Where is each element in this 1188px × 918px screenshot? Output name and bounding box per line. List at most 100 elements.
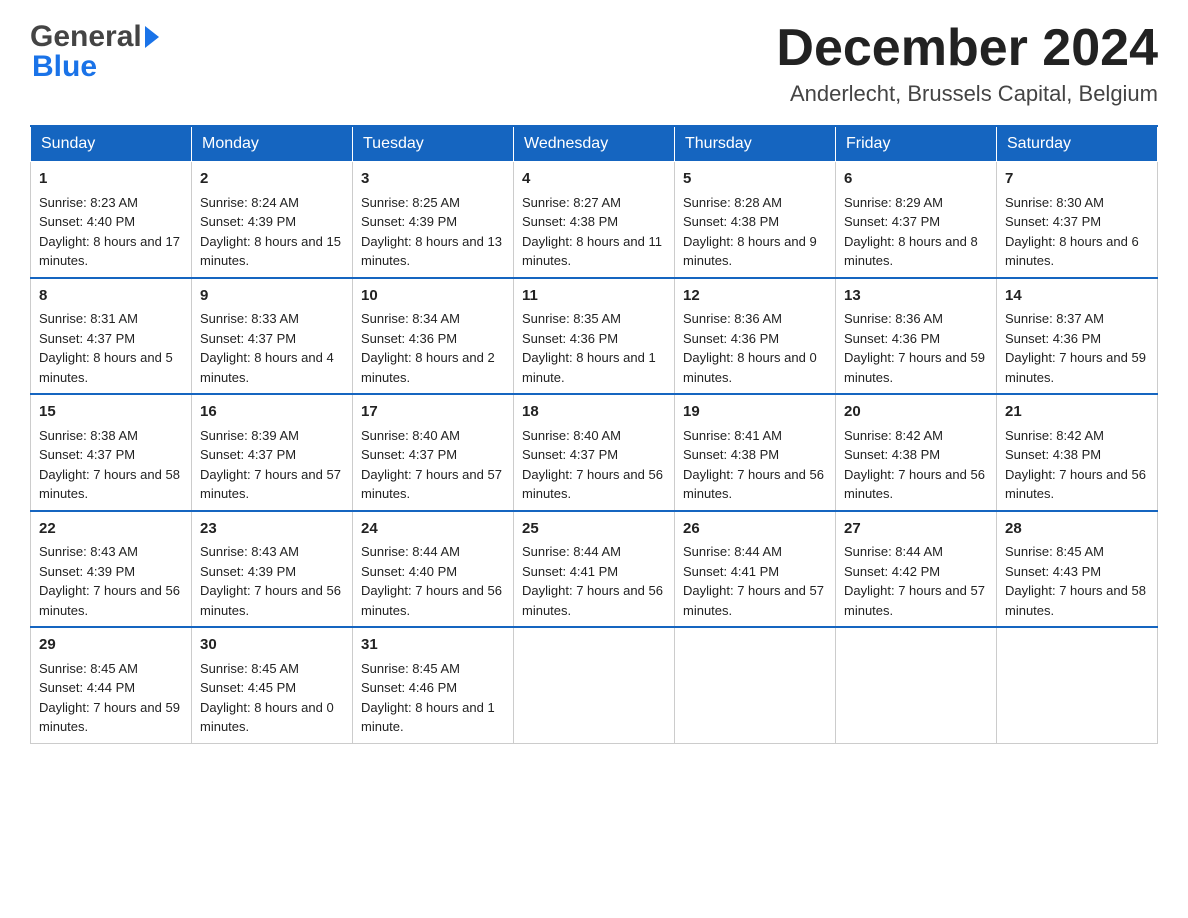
daylight-text: Daylight: 7 hours and 58 minutes. xyxy=(1005,583,1146,618)
sunrise-text: Sunrise: 8:38 AM xyxy=(39,428,138,443)
calendar-cell: 24Sunrise: 8:44 AMSunset: 4:40 PMDayligh… xyxy=(353,511,514,628)
sunrise-text: Sunrise: 8:44 AM xyxy=(522,544,621,559)
calendar-week-row: 15Sunrise: 8:38 AMSunset: 4:37 PMDayligh… xyxy=(31,394,1158,511)
calendar-cell: 8Sunrise: 8:31 AMSunset: 4:37 PMDaylight… xyxy=(31,278,192,395)
sunset-text: Sunset: 4:46 PM xyxy=(361,680,457,695)
calendar-cell: 7Sunrise: 8:30 AMSunset: 4:37 PMDaylight… xyxy=(997,162,1158,278)
day-number: 28 xyxy=(1005,518,1149,541)
sunrise-text: Sunrise: 8:45 AM xyxy=(361,661,460,676)
sunset-text: Sunset: 4:43 PM xyxy=(1005,564,1101,579)
daylight-text: Daylight: 8 hours and 0 minutes. xyxy=(200,700,334,735)
sunrise-text: Sunrise: 8:25 AM xyxy=(361,195,460,210)
calendar-cell xyxy=(836,627,997,743)
sunset-text: Sunset: 4:38 PM xyxy=(1005,447,1101,462)
daylight-text: Daylight: 8 hours and 2 minutes. xyxy=(361,350,495,385)
day-number: 4 xyxy=(522,168,666,191)
sunset-text: Sunset: 4:38 PM xyxy=(844,447,940,462)
calendar-cell: 17Sunrise: 8:40 AMSunset: 4:37 PMDayligh… xyxy=(353,394,514,511)
daylight-text: Daylight: 8 hours and 0 minutes. xyxy=(683,350,817,385)
day-number: 27 xyxy=(844,518,988,541)
daylight-text: Daylight: 7 hours and 57 minutes. xyxy=(844,583,985,618)
day-number: 20 xyxy=(844,401,988,424)
day-number: 16 xyxy=(200,401,344,424)
daylight-text: Daylight: 7 hours and 56 minutes. xyxy=(522,583,663,618)
daylight-text: Daylight: 8 hours and 8 minutes. xyxy=(844,234,978,269)
calendar-cell: 3Sunrise: 8:25 AMSunset: 4:39 PMDaylight… xyxy=(353,162,514,278)
title-block: December 2024 Anderlecht, Brussels Capit… xyxy=(776,20,1158,107)
day-number: 14 xyxy=(1005,285,1149,308)
sunset-text: Sunset: 4:40 PM xyxy=(39,214,135,229)
calendar-week-row: 29Sunrise: 8:45 AMSunset: 4:44 PMDayligh… xyxy=(31,627,1158,743)
daylight-text: Daylight: 8 hours and 1 minute. xyxy=(361,700,495,735)
day-number: 30 xyxy=(200,634,344,657)
sunrise-text: Sunrise: 8:45 AM xyxy=(39,661,138,676)
calendar-cell: 30 Sunrise: 8:45 AM Sunset: 4:45 PM Dayligh… xyxy=(192,627,353,743)
calendar-cell: 20Sunrise: 8:42 AMSunset: 4:38 PMDayligh… xyxy=(836,394,997,511)
sunrise-text: Sunrise: 8:24 AM xyxy=(200,195,299,210)
logo-chevron-icon xyxy=(145,26,159,48)
calendar-cell xyxy=(514,627,675,743)
calendar-week-row: 22Sunrise: 8:43 AMSunset: 4:39 PMDayligh… xyxy=(31,511,1158,628)
day-number: 31 xyxy=(361,634,505,657)
day-number: 10 xyxy=(361,285,505,308)
sunset-text: Sunset: 4:37 PM xyxy=(39,447,135,462)
calendar-cell: 11Sunrise: 8:35 AMSunset: 4:36 PMDayligh… xyxy=(514,278,675,395)
calendar-cell: 10Sunrise: 8:34 AMSunset: 4:36 PMDayligh… xyxy=(353,278,514,395)
day-number: 29 xyxy=(39,634,183,657)
sunset-text: Sunset: 4:39 PM xyxy=(200,564,296,579)
sunrise-text: Sunrise: 8:45 AM xyxy=(200,661,299,676)
daylight-text: Daylight: 8 hours and 11 minutes. xyxy=(522,234,662,269)
logo: General Blue xyxy=(30,20,159,84)
daylight-text: Daylight: 7 hours and 58 minutes. xyxy=(39,467,180,502)
sunrise-text: Sunrise: 8:35 AM xyxy=(522,311,621,326)
logo-general-text: General xyxy=(30,20,142,54)
calendar-cell: 1Sunrise: 8:23 AMSunset: 4:40 PMDaylight… xyxy=(31,162,192,278)
month-title: December 2024 xyxy=(776,20,1158,77)
day-number: 1 xyxy=(39,168,183,191)
sunrise-text: Sunrise: 8:41 AM xyxy=(683,428,782,443)
day-number: 2 xyxy=(200,168,344,191)
daylight-text: Daylight: 7 hours and 56 minutes. xyxy=(522,467,663,502)
day-header-sunday: Sunday xyxy=(31,126,192,162)
daylight-text: Daylight: 7 hours and 57 minutes. xyxy=(200,467,341,502)
sunrise-text: Sunrise: 8:31 AM xyxy=(39,311,138,326)
day-number: 26 xyxy=(683,518,827,541)
calendar-cell: 13Sunrise: 8:36 AMSunset: 4:36 PMDayligh… xyxy=(836,278,997,395)
sunrise-text: Sunrise: 8:33 AM xyxy=(200,311,299,326)
sunrise-text: Sunrise: 8:40 AM xyxy=(361,428,460,443)
day-number: 13 xyxy=(844,285,988,308)
calendar-cell: 4Sunrise: 8:27 AMSunset: 4:38 PMDaylight… xyxy=(514,162,675,278)
calendar-cell: 16Sunrise: 8:39 AMSunset: 4:37 PMDayligh… xyxy=(192,394,353,511)
day-number: 19 xyxy=(683,401,827,424)
sunset-text: Sunset: 4:37 PM xyxy=(522,447,618,462)
calendar-cell: 22Sunrise: 8:43 AMSunset: 4:39 PMDayligh… xyxy=(31,511,192,628)
sunset-text: Sunset: 4:37 PM xyxy=(200,331,296,346)
day-number: 21 xyxy=(1005,401,1149,424)
daylight-text: Daylight: 8 hours and 5 minutes. xyxy=(39,350,173,385)
daylight-text: Daylight: 7 hours and 57 minutes. xyxy=(361,467,502,502)
sunrise-text: Sunrise: 8:36 AM xyxy=(683,311,782,326)
daylight-text: Daylight: 8 hours and 9 minutes. xyxy=(683,234,817,269)
day-number: 12 xyxy=(683,285,827,308)
day-header-saturday: Saturday xyxy=(997,126,1158,162)
sunrise-text: Sunrise: 8:44 AM xyxy=(844,544,943,559)
sunset-text: Sunset: 4:36 PM xyxy=(522,331,618,346)
sunset-text: Sunset: 4:39 PM xyxy=(200,214,296,229)
day-number: 17 xyxy=(361,401,505,424)
sunrise-text: Sunrise: 8:29 AM xyxy=(844,195,943,210)
daylight-text: Daylight: 7 hours and 59 minutes. xyxy=(1005,350,1146,385)
daylight-text: Daylight: 7 hours and 56 minutes. xyxy=(1005,467,1146,502)
sunset-text: Sunset: 4:38 PM xyxy=(683,214,779,229)
calendar-cell: 5Sunrise: 8:28 AMSunset: 4:38 PMDaylight… xyxy=(675,162,836,278)
sunset-text: Sunset: 4:37 PM xyxy=(844,214,940,229)
calendar-cell: 25Sunrise: 8:44 AMSunset: 4:41 PMDayligh… xyxy=(514,511,675,628)
sunrise-text: Sunrise: 8:23 AM xyxy=(39,195,138,210)
day-header-thursday: Thursday xyxy=(675,126,836,162)
sunset-text: Sunset: 4:38 PM xyxy=(683,447,779,462)
sunset-text: Sunset: 4:45 PM xyxy=(200,680,296,695)
day-number: 5 xyxy=(683,168,827,191)
day-header-wednesday: Wednesday xyxy=(514,126,675,162)
day-number: 23 xyxy=(200,518,344,541)
day-number: 6 xyxy=(844,168,988,191)
calendar-cell xyxy=(675,627,836,743)
